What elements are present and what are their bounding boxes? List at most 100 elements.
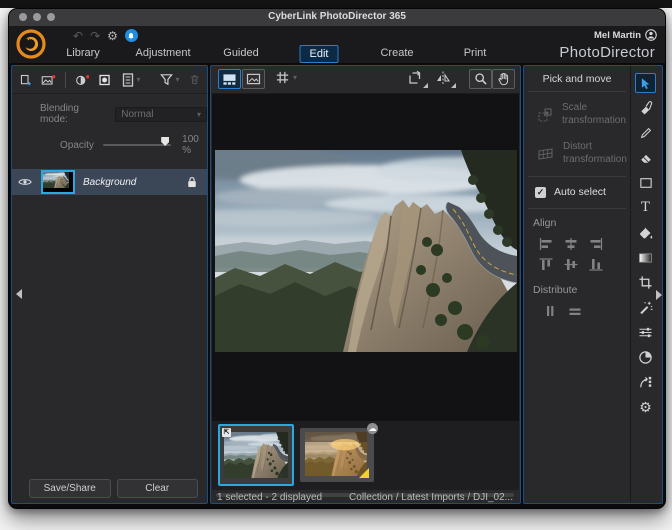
- thumbnail-2[interactable]: ☁: [300, 423, 378, 482]
- tool-pen[interactable]: [629, 120, 662, 145]
- align-middle-icon[interactable]: [563, 257, 579, 272]
- save-share-button[interactable]: Save/Share: [29, 479, 111, 498]
- flip-button[interactable]: [435, 70, 456, 88]
- tool-export[interactable]: [629, 370, 662, 395]
- thumbnail-selected[interactable]: ⇱: [218, 424, 294, 486]
- preferences-gear-icon[interactable]: ⚙: [107, 30, 118, 42]
- brand-wordmark: PhotoDirector: [559, 44, 655, 61]
- active-tool-frame: [635, 73, 656, 93]
- view-mode-filmstrip-button[interactable]: [218, 69, 241, 89]
- align-left-icon[interactable]: [538, 237, 554, 251]
- delete-layer-trash-icon[interactable]: [189, 72, 200, 87]
- redo-icon[interactable]: ↷: [90, 30, 100, 42]
- blending-mode-select[interactable]: Normal ▾: [115, 106, 207, 122]
- window-title: CyberLink PhotoDirector 365: [268, 11, 406, 22]
- align-top-icon[interactable]: [538, 257, 554, 272]
- layer-options[interactable]: ▾: [121, 72, 141, 88]
- hand-icon: [498, 72, 509, 86]
- adjustment-layer-icon[interactable]: [75, 72, 90, 88]
- photo-image[interactable]: [215, 150, 517, 352]
- tool-settings-gear-icon[interactable]: ⚙: [629, 395, 662, 420]
- zoom-tool-button[interactable]: [469, 69, 492, 89]
- notification-badge-icon[interactable]: [124, 29, 138, 42]
- user-name: Mel Martin: [594, 29, 641, 41]
- corner-dropdown-icon: [423, 83, 428, 88]
- undo-icon[interactable]: ↶: [73, 30, 83, 42]
- magic-wand-icon: [640, 301, 653, 315]
- chevron-down-icon: ▾: [175, 75, 180, 84]
- scale-transformation-label: Scale transformation: [562, 102, 626, 126]
- scale-transformation-button[interactable]: Scale transformation: [524, 92, 630, 131]
- tool-adjustment[interactable]: [629, 320, 662, 345]
- user-avatar-icon: [645, 29, 657, 41]
- tool-gradient[interactable]: [629, 245, 662, 270]
- auto-select-label: Auto select: [554, 186, 606, 198]
- tool-text[interactable]: T: [629, 195, 662, 220]
- add-layer-icon[interactable]: [19, 72, 32, 88]
- layer-thumbnail: [41, 170, 75, 194]
- layer-row-background[interactable]: Background: [12, 169, 207, 195]
- blending-mode-label: Blending mode:: [40, 103, 79, 125]
- chevron-down-icon: ▾: [293, 73, 298, 82]
- rotate-export-button[interactable]: [407, 70, 428, 88]
- filter-funnel-icon: [159, 74, 173, 86]
- pan-tool-button[interactable]: [492, 69, 515, 89]
- layer-name: Background: [83, 176, 137, 188]
- tab-print[interactable]: Print: [455, 45, 496, 61]
- tab-edit[interactable]: Edit: [299, 45, 339, 63]
- pointer-icon: [641, 77, 650, 89]
- tool-fill[interactable]: [629, 220, 662, 245]
- filter-layers[interactable]: ▾: [159, 72, 180, 87]
- chevron-down-icon: ▾: [136, 75, 141, 84]
- view-mode-single-button[interactable]: [242, 69, 265, 89]
- grid-overlay-button[interactable]: ▾: [275, 70, 297, 85]
- add-image-layer-icon[interactable]: [41, 72, 56, 88]
- tool-pick-and-move[interactable]: [629, 71, 662, 95]
- canvas-toolbar: ▾: [211, 66, 520, 94]
- workspace: ▾ ▾ Blending mode: Normal ▾ Opacity 100 …: [9, 63, 665, 508]
- tool-eraser[interactable]: [629, 145, 662, 170]
- gradient-icon: [639, 252, 652, 263]
- distribute-row: [524, 298, 630, 318]
- opacity-slider[interactable]: [102, 137, 172, 146]
- tab-guided[interactable]: Guided: [214, 45, 267, 61]
- rotate-icon: [409, 70, 421, 84]
- cloud-sync-icon: ☁: [367, 423, 378, 434]
- mask-layer-icon[interactable]: [98, 72, 111, 88]
- tool-removal[interactable]: [629, 95, 662, 120]
- tab-create[interactable]: Create: [371, 45, 422, 61]
- opacity-slider-handle[interactable]: [161, 137, 170, 146]
- auto-select-row[interactable]: ✓ Auto select: [524, 177, 630, 202]
- collapse-left-panel-icon[interactable]: [16, 289, 22, 299]
- eraser-icon: [640, 154, 651, 163]
- clear-button[interactable]: Clear: [116, 479, 198, 498]
- app-window: CyberLink PhotoDirector 365 ↶ ↷ ⚙ Mel Ma…: [8, 8, 666, 509]
- canvas-area[interactable]: [212, 94, 519, 421]
- export-arrow-icon: [640, 376, 652, 388]
- layer-visibility-eye-icon[interactable]: [18, 177, 32, 187]
- distort-transformation-button[interactable]: Distort transformation: [524, 131, 630, 170]
- title-bar[interactable]: CyberLink PhotoDirector 365: [9, 9, 665, 26]
- filmstrip: ⇱ ☁: [212, 421, 519, 490]
- layer-lock-icon[interactable]: [187, 176, 197, 188]
- quick-actions: ↶ ↷ ⚙: [73, 29, 138, 42]
- removal-icon: [640, 101, 652, 115]
- tab-adjustment[interactable]: Adjustment: [126, 45, 199, 61]
- tab-library[interactable]: Library: [57, 45, 109, 61]
- blending-mode-value: Normal: [121, 108, 154, 120]
- distribute-horizontal-icon[interactable]: [542, 304, 558, 318]
- user-account[interactable]: Mel Martin: [594, 29, 657, 41]
- collection-breadcrumb: Collection / Latest Imports / DJI_02...: [349, 492, 513, 503]
- tool-options-panel: Pick and move Scale transformation Disto…: [523, 65, 663, 504]
- auto-select-checkbox[interactable]: ✓: [535, 186, 546, 198]
- align-center-icon[interactable]: [563, 237, 579, 251]
- tool-options-title: Pick and move: [542, 73, 612, 85]
- collapse-right-panel-icon[interactable]: [656, 290, 662, 300]
- tool-shape[interactable]: [629, 170, 662, 195]
- distribute-vertical-icon[interactable]: [567, 304, 583, 318]
- distribute-section-label: Distribute: [533, 284, 578, 296]
- align-bottom-icon[interactable]: [588, 257, 604, 272]
- tool-vignette[interactable]: [629, 345, 662, 370]
- flag-corner-icon: [359, 468, 369, 478]
- align-right-icon[interactable]: [588, 237, 604, 251]
